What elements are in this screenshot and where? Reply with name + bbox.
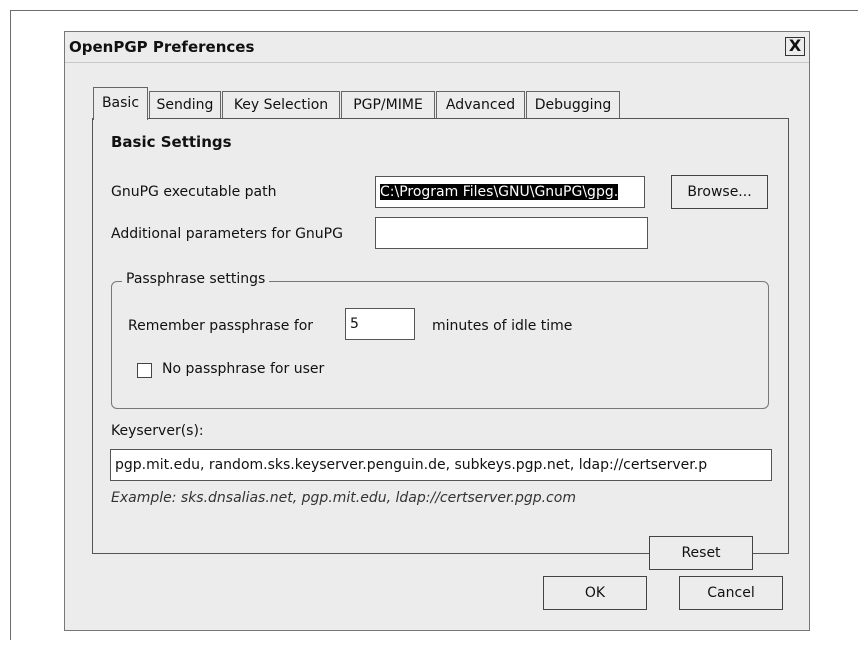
basic-settings-panel: Basic Settings GnuPG executable path C:\… [92,118,789,570]
gnupg-path-input[interactable]: C:\Program Files\GNU\GnuPG\gpg. [375,176,645,208]
additional-params-label: Additional parameters for GnuPG [111,226,343,242]
passphrase-settings-group: Passphrase settings Remember passphrase … [111,271,769,409]
tab-advanced[interactable]: Advanced [436,91,525,119]
section-heading: Basic Settings [111,133,232,151]
keyserver-example: Example: sks.dnsalias.net, pgp.mit.edu, … [111,490,576,506]
tab-basic[interactable]: Basic [93,87,148,120]
preferences-dialog: OpenPGP Preferences X Basic Sending Key … [64,31,810,631]
minutes-idle-label: minutes of idle time [432,318,573,334]
browse-button[interactable]: Browse... [671,175,768,209]
additional-params-input[interactable] [375,217,648,249]
gnupg-path-label: GnuPG executable path [111,184,277,200]
keyserver-label: Keyserver(s): [111,423,204,439]
no-passphrase-label: No passphrase for user [162,361,325,377]
passphrase-group-title: Passphrase settings [122,271,270,287]
remember-passphrase-label: Remember passphrase for [128,318,314,334]
close-icon: X [788,36,802,55]
tab-debugging[interactable]: Debugging [526,91,620,119]
ok-button[interactable]: OK [543,576,647,610]
keyserver-input[interactable]: pgp.mit.edu, random.sks.keyserver.pengui… [110,449,772,481]
reset-button[interactable]: Reset [649,536,753,570]
outer-frame-left [10,10,11,640]
tab-sending[interactable]: Sending [149,91,221,119]
remember-minutes-input[interactable]: 5 [345,308,415,340]
outer-frame-top [10,10,858,11]
no-passphrase-checkbox[interactable] [137,363,152,378]
dialog-title: OpenPGP Preferences [69,38,255,56]
cancel-button[interactable]: Cancel [679,576,783,610]
tab-key-selection[interactable]: Key Selection [222,91,340,119]
close-button[interactable]: X [785,37,805,56]
tab-pgp-mime[interactable]: PGP/MIME [341,91,435,119]
title-bar[interactable]: OpenPGP Preferences X [65,32,809,63]
